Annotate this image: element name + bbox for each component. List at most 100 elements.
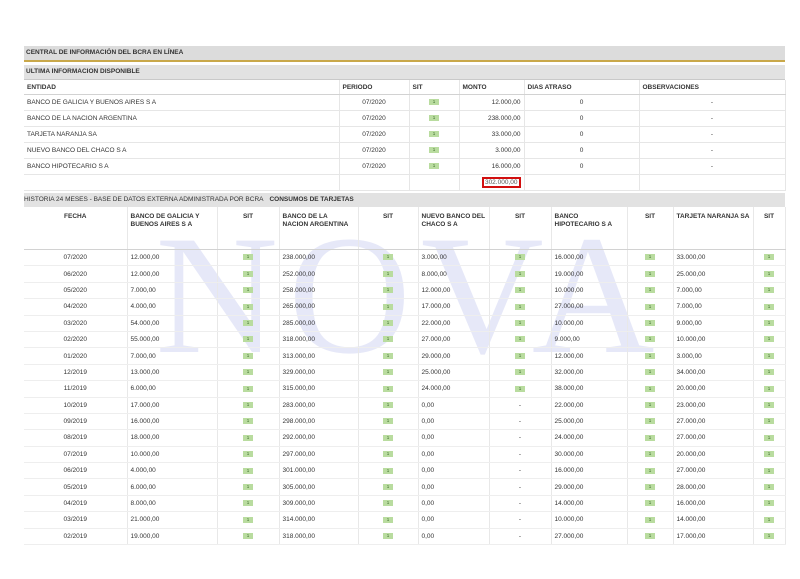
- sit-badge: 1: [383, 254, 393, 261]
- sit-badge: 1: [429, 131, 439, 138]
- amount-cell: 20.000,00: [673, 380, 754, 398]
- sit-cell: -: [489, 397, 552, 414]
- sit-badge: 1: [383, 336, 393, 343]
- sit-cell: 1: [753, 446, 786, 464]
- sit-badge: 1: [383, 303, 393, 310]
- amount-cell: 0,00: [418, 446, 490, 464]
- sit-badge: 1: [645, 303, 655, 310]
- sit-cell: 1: [489, 249, 552, 267]
- amount-cell: 54.000,00: [127, 315, 218, 332]
- sit-badge: 1: [383, 369, 393, 376]
- sit-badge: 1: [764, 483, 774, 490]
- sit-badge: 1: [515, 336, 525, 343]
- sit-cell: 1: [358, 347, 419, 365]
- sit-cell: -: [489, 462, 552, 480]
- sit-cell: 1: [217, 298, 280, 316]
- amount-cell: 22.000,00: [551, 397, 628, 414]
- sit-badge: 1: [645, 418, 655, 425]
- sit-cell: 1: [627, 298, 674, 316]
- sit-cell: 1: [489, 298, 552, 316]
- empty-cell: [409, 174, 460, 191]
- amount-cell: 20.000,00: [673, 446, 754, 464]
- history-row: 07/2019 10.000,00 1 297.000,00 1 0,00-30.000,…: [24, 446, 786, 464]
- sit-badge: 1: [764, 467, 774, 474]
- latest-row: BANCO DE GALICIA Y BUENOS AIRES S A 07/20…: [24, 94, 786, 111]
- history-row: 02/2020 55.000,00 1 318.000,00 1 27.000,00 1 9.…: [24, 331, 786, 349]
- sit-cell: 1: [217, 446, 280, 464]
- latest-row: BANCO HIPOTECARIO S A 07/2020 1 16.000,00 0-: [24, 158, 786, 175]
- sit-badge: 1: [645, 336, 655, 343]
- amount-cell: 238.000,00: [279, 249, 359, 267]
- sit-badge: 1: [764, 352, 774, 359]
- history-title: HISTORIA 24 MESES - BASE DE DATOS EXTERN…: [24, 196, 264, 203]
- col-dias-atraso: DIAS ATRASO: [524, 80, 640, 95]
- history-row: 03/2020 54.000,00 1 285.000,00 1 22.000,00 1 10…: [24, 315, 786, 332]
- total-amount: 302.000,00: [481, 177, 521, 188]
- col-monto: MONTO: [459, 80, 525, 95]
- history-row: 06/2019 4.000,00 1 301.000,00 1 0,00-16.000,0…: [24, 462, 786, 480]
- amount-cell: 314.000,00: [279, 511, 359, 529]
- amount-cell: 301.000,00: [279, 462, 359, 480]
- history-title-bar: HISTORIA 24 MESES - BASE DE DATOS EXTERN…: [24, 193, 785, 207]
- amount-cell: 0,00: [418, 528, 490, 546]
- amount-cell: 12.000,00: [127, 249, 218, 267]
- period: 07/2020: [339, 110, 410, 127]
- sit-cell: 1: [358, 429, 419, 447]
- sit-badge: 1: [383, 418, 393, 425]
- sit-cell: -: [489, 528, 552, 546]
- amount-cell: 25.000,00: [551, 413, 628, 431]
- sit-cell: 1: [409, 110, 460, 127]
- section-title-latest: ULTIMA INFORMACION DISPONIBLE: [24, 65, 785, 80]
- amount-cell: 19.000,00: [551, 265, 628, 283]
- history-row: 02/2019 19.000,00 1 318.000,00 1 0,00-27.000,…: [24, 528, 786, 546]
- amount-cell: 32.000,00: [551, 364, 628, 382]
- sit-badge: 1: [243, 533, 253, 540]
- sit-cell: -: [489, 478, 552, 496]
- history-row: 06/2020 12.000,00 1 252.000,00 1 8.000,00 1 19.…: [24, 265, 786, 283]
- sit-badge: 1: [243, 270, 253, 277]
- history-row: 12/2019 13.000,00 1 329.000,00 1 25.000,00 1 32…: [24, 364, 786, 382]
- entity-name: NUEVO BANCO DEL CHACO S A: [24, 142, 340, 159]
- sit-cell: 1: [753, 528, 786, 546]
- sit-cell: 1: [753, 413, 786, 431]
- sit-badge: 1: [764, 270, 774, 277]
- sit-cell: 1: [358, 528, 419, 546]
- amount-cell: 16.000,00: [673, 495, 754, 513]
- sit-cell: 1: [753, 331, 786, 349]
- col-sit: SIT: [489, 207, 552, 250]
- sit-badge: 1: [645, 287, 655, 294]
- sit-badge: 1: [383, 467, 393, 474]
- sit-badge: 1: [645, 401, 655, 408]
- amount-cell: 33.000,00: [673, 249, 754, 267]
- amount-cell: 23.000,00: [673, 397, 754, 414]
- days-late: 0: [524, 94, 640, 111]
- sit-badge: 1: [764, 320, 774, 327]
- amount-cell: 6.000,00: [127, 478, 218, 496]
- amount-cell: 18.000,00: [127, 429, 218, 447]
- sit-badge: 1: [383, 451, 393, 458]
- period: 07/2020: [339, 126, 410, 143]
- sit-cell: 1: [753, 282, 786, 300]
- period: 07/2020: [339, 158, 410, 175]
- sit-badge: 1: [645, 483, 655, 490]
- amount-cell: 14.000,00: [673, 511, 754, 529]
- col-observaciones: OBSERVACIONES: [639, 80, 786, 95]
- sit-badge: 1: [243, 385, 253, 392]
- amount-cell: 0,00: [418, 495, 490, 513]
- sit-badge: 1: [764, 500, 774, 507]
- sit-badge: 1: [383, 320, 393, 327]
- amount-cell: 10.000,00: [551, 315, 628, 332]
- latest-row: NUEVO BANCO DEL CHACO S A 07/2020 1 3.000,0…: [24, 142, 786, 159]
- amount-cell: 7.000,00: [673, 298, 754, 316]
- col-entity: NUEVO BANCO DEL CHACO S A: [418, 207, 490, 250]
- observations: -: [639, 158, 786, 175]
- date-cell: 02/2020: [24, 331, 128, 349]
- sit-cell: -: [489, 413, 552, 431]
- empty-cell: [524, 174, 640, 191]
- amount-cell: 0,00: [418, 511, 490, 529]
- sit-badge: 1: [383, 287, 393, 294]
- observations: -: [639, 110, 786, 127]
- sit-badge: 1: [645, 451, 655, 458]
- sit-badge: 1: [243, 500, 253, 507]
- sit-cell: 1: [753, 298, 786, 316]
